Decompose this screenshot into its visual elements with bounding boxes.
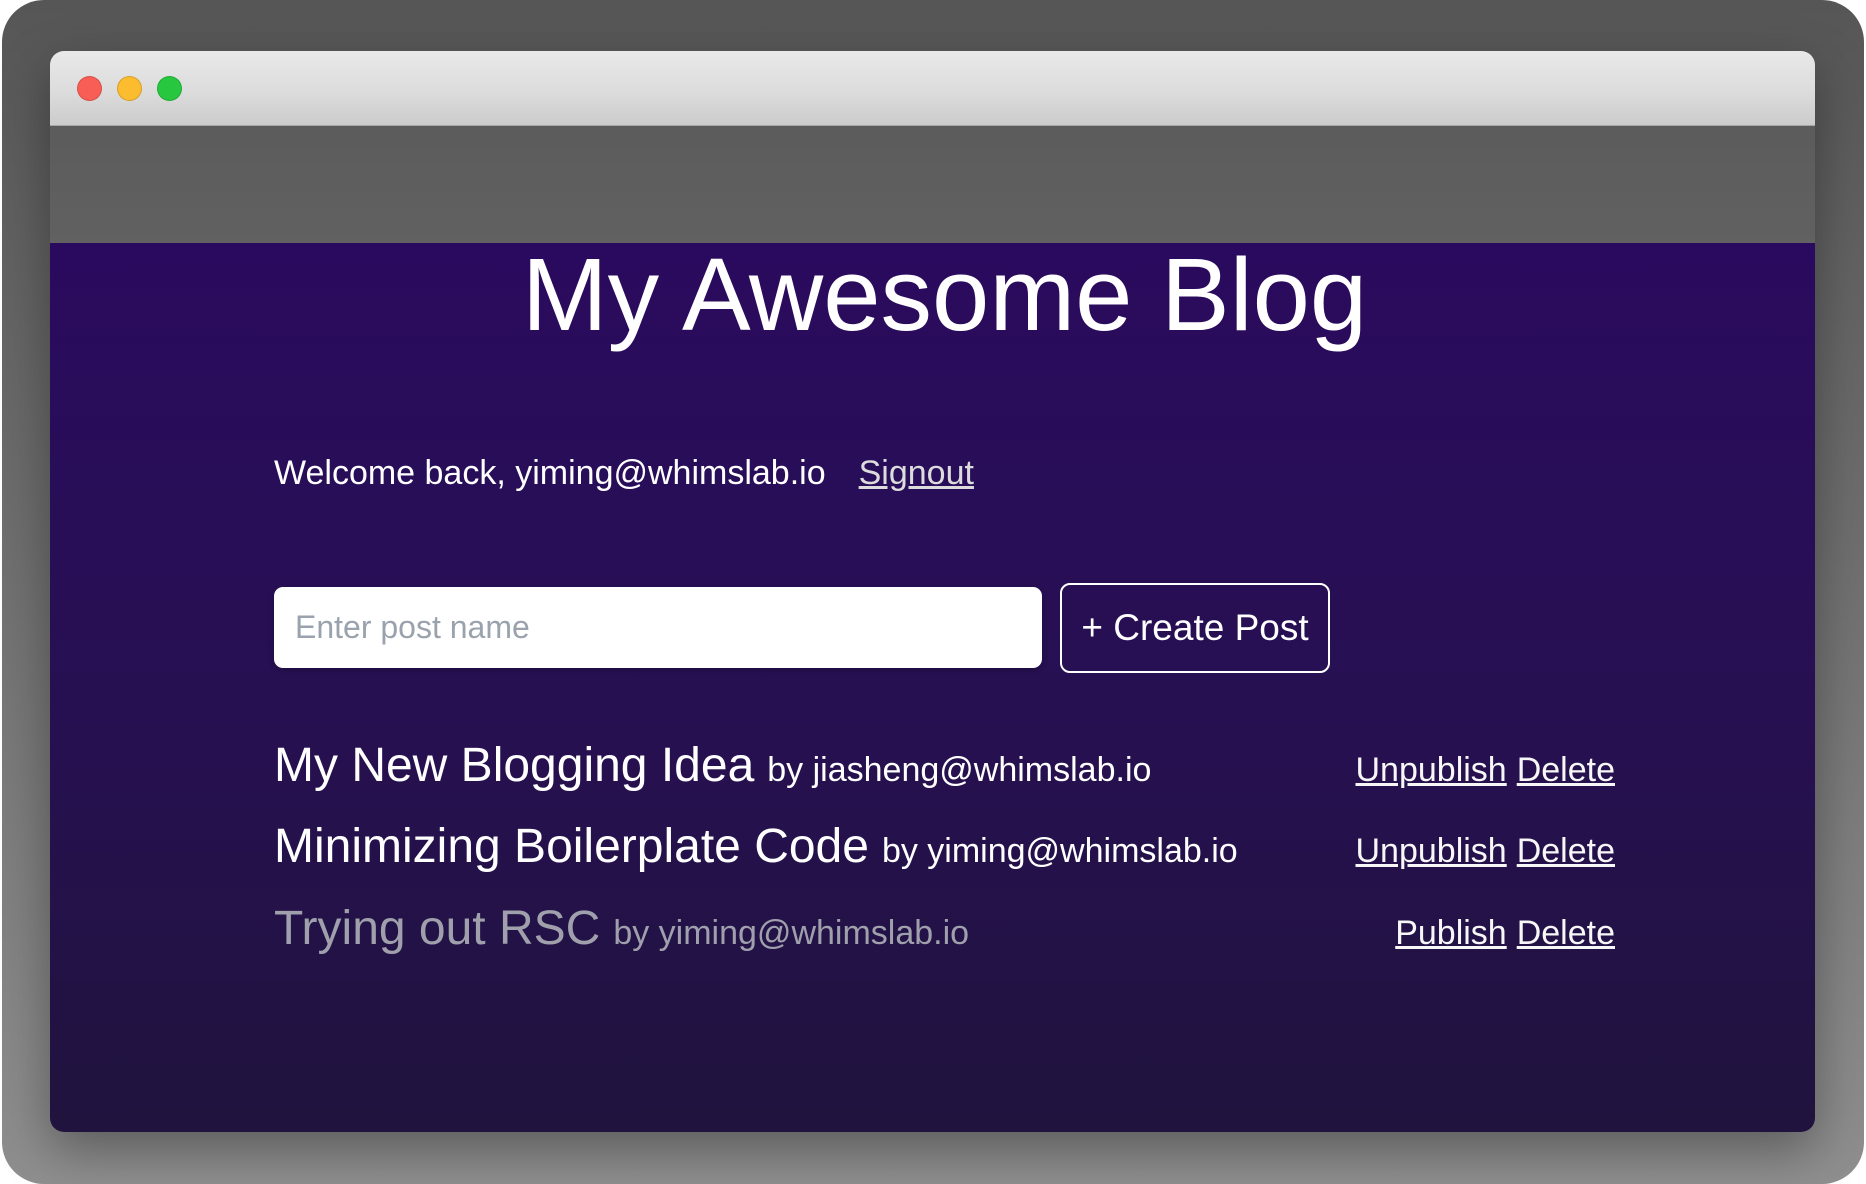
window-titlebar[interactable] xyxy=(50,51,1815,126)
post-row: Minimizing Boilerplate Code by yiming@wh… xyxy=(274,818,1615,876)
session-bar: Welcome back, yiming@whimslab.io Signout xyxy=(274,453,1615,494)
post-list: My New Blogging Idea by jiasheng@whimsla… xyxy=(274,737,1615,958)
post-actions: Publish Delete xyxy=(1395,914,1615,953)
post-heading: Minimizing Boilerplate Code by yiming@wh… xyxy=(274,818,1238,876)
close-window-button[interactable] xyxy=(77,76,102,101)
main-container: My Awesome Blog Welcome back, yiming@whi… xyxy=(274,243,1615,958)
unpublish-link[interactable]: Unpublish xyxy=(1356,832,1507,871)
window-shadow-bezel: My Awesome Blog Welcome back, yiming@whi… xyxy=(2,0,1864,1184)
post-title: Minimizing Boilerplate Code xyxy=(274,818,869,876)
post-actions: Unpublish Delete xyxy=(1356,832,1616,871)
delete-link[interactable]: Delete xyxy=(1517,914,1615,953)
app-window: My Awesome Blog Welcome back, yiming@whi… xyxy=(50,51,1815,1132)
zoom-window-button[interactable] xyxy=(157,76,182,101)
post-byline: by jiasheng@whimslab.io xyxy=(767,751,1151,790)
page-content: My Awesome Blog Welcome back, yiming@whi… xyxy=(50,243,1815,1132)
post-heading: My New Blogging Idea by jiasheng@whimsla… xyxy=(274,737,1151,795)
delete-link[interactable]: Delete xyxy=(1517,751,1615,790)
traffic-light-controls xyxy=(77,76,182,101)
post-heading: Trying out RSC by yiming@whimslab.io xyxy=(274,900,969,958)
welcome-message: Welcome back, yiming@whimslab.io xyxy=(274,453,826,494)
create-post-form: + Create Post xyxy=(274,583,1615,673)
post-title: My New Blogging Idea xyxy=(274,737,754,795)
post-name-input[interactable] xyxy=(274,587,1042,668)
minimize-window-button[interactable] xyxy=(117,76,142,101)
post-byline: by yiming@whimslab.io xyxy=(613,914,969,953)
post-title: Trying out RSC xyxy=(274,900,600,958)
post-row: My New Blogging Idea by jiasheng@whimsla… xyxy=(274,737,1615,795)
delete-link[interactable]: Delete xyxy=(1517,832,1615,871)
post-actions: Unpublish Delete xyxy=(1356,751,1616,790)
post-row: Trying out RSC by yiming@whimslab.io Pub… xyxy=(274,900,1615,958)
create-post-button[interactable]: + Create Post xyxy=(1060,583,1330,673)
page-title: My Awesome Blog xyxy=(274,243,1615,346)
unpublish-link[interactable]: Unpublish xyxy=(1356,751,1507,790)
publish-link[interactable]: Publish xyxy=(1395,914,1507,953)
signout-link[interactable]: Signout xyxy=(859,453,974,494)
post-byline: by yiming@whimslab.io xyxy=(882,832,1238,871)
